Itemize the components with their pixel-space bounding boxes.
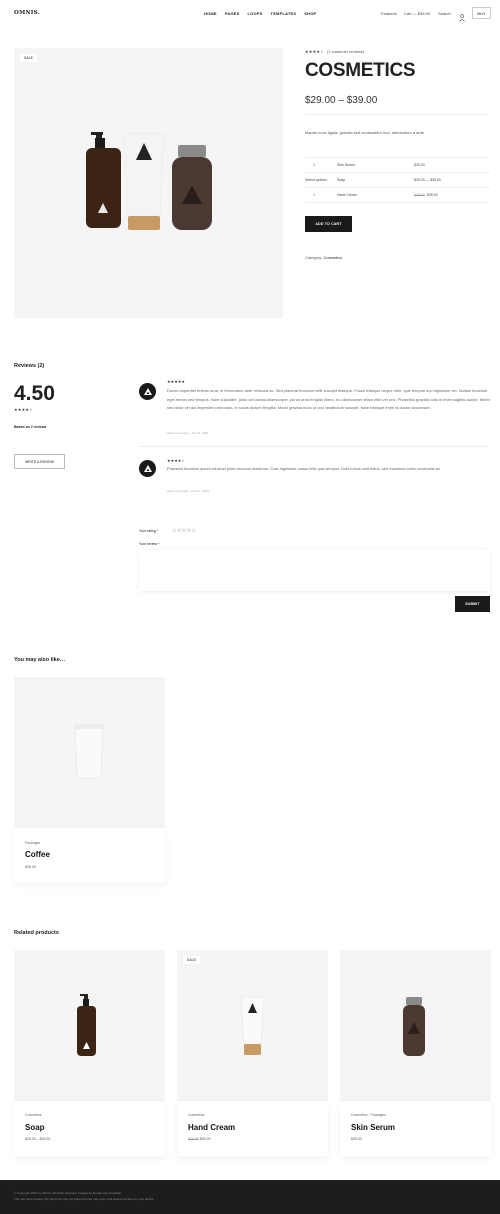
sale-price: $30.00 xyxy=(199,1137,211,1141)
write-review-button[interactable]: WRITE A REVIEW xyxy=(14,454,65,469)
variation-price: $29.00 — $39.00 xyxy=(414,178,441,182)
your-review-label: Your review * xyxy=(139,542,160,546)
reviewer-avatar xyxy=(139,460,156,477)
product-name[interactable]: Soap xyxy=(25,1123,45,1132)
variation-name[interactable]: Skin Serum xyxy=(337,163,355,167)
product-card-image[interactable] xyxy=(14,950,165,1101)
skin-serum-bottle-illustration xyxy=(403,997,425,1056)
variation-name[interactable]: Hand Cream xyxy=(337,193,357,197)
site-footer: © Copyright 2021 by Omnis. All rights re… xyxy=(0,1180,500,1214)
product-category[interactable]: Cosmetics xyxy=(188,1113,204,1117)
product-category[interactable]: Packages xyxy=(25,841,40,845)
review-meta: Admin Lumpeth – Jan 21, 2021 xyxy=(167,431,209,435)
buy-button[interactable]: BUY xyxy=(472,7,491,19)
product-price: $39.00 $30.00 xyxy=(188,1137,210,1141)
product-category: Category: Cosmetics xyxy=(305,255,342,260)
variation-price: $29.00 xyxy=(414,163,425,167)
review-text: Praesent faucibus ipsum sit amet justo r… xyxy=(167,466,442,471)
nav-home[interactable]: HOME xyxy=(204,11,217,16)
divider xyxy=(139,446,490,447)
variation-row: Select options Soap $29.00 — $39.00 xyxy=(305,173,490,188)
qty-value[interactable]: 1 xyxy=(313,163,315,167)
nav-templates[interactable]: TEMPLATES xyxy=(271,11,297,16)
product-card-image[interactable]: SALE xyxy=(177,950,328,1101)
product-card[interactable]: Packages Coffee $39.00 xyxy=(14,828,165,883)
product-category[interactable]: Cosmetics xyxy=(25,1113,41,1117)
soap-bottle-illustration xyxy=(77,994,96,1056)
divider xyxy=(305,114,490,115)
review-textarea[interactable] xyxy=(139,550,490,591)
submit-button[interactable]: SUBMIT xyxy=(455,596,490,612)
product-card[interactable]: Cosmetics · Packages Skin Serum $29.00 xyxy=(340,1101,491,1156)
cart-link[interactable]: Cart — $39.00 xyxy=(404,11,430,16)
cosmetics-bottles-illustration xyxy=(86,132,212,230)
review-meta: Admin Lumpeth – Feb 21, 2021 xyxy=(167,489,210,493)
user-icon[interactable] xyxy=(459,9,465,27)
product-rating-stars: ★★★★☆ xyxy=(305,49,324,54)
product-category[interactable]: Cosmetics · Packages xyxy=(351,1113,386,1117)
also-like-title: You may also like… xyxy=(14,657,66,663)
product-price: $39.00 xyxy=(25,865,36,869)
product-card-image[interactable] xyxy=(340,950,491,1101)
select-options-label[interactable]: Select options xyxy=(305,178,327,182)
features-link[interactable]: Features xyxy=(381,11,397,16)
old-price: $39.00 xyxy=(188,1137,199,1141)
product-price: $29.00 – $39.00 xyxy=(305,95,378,106)
nav-loops[interactable]: LOOPS xyxy=(248,11,263,16)
product-title: COSMETICS xyxy=(305,60,416,81)
variation-price: $30.00 xyxy=(427,193,438,197)
category-label: Category: xyxy=(305,255,323,260)
average-stars: ★★★★☆ xyxy=(14,407,33,412)
nav-shop[interactable]: SHOP xyxy=(304,11,316,16)
category-link[interactable]: Cosmetics xyxy=(323,255,342,260)
coffee-package-illustration xyxy=(74,724,104,779)
product-price: $29.00 – $39.00 xyxy=(25,1137,51,1141)
product-image[interactable]: SALE xyxy=(14,48,283,318)
product-card[interactable]: Cosmetics Soap $29.00 – $39.00 xyxy=(14,1101,165,1156)
product-name[interactable]: Coffee xyxy=(25,850,50,859)
product-name[interactable]: Hand Cream xyxy=(188,1123,235,1132)
variation-name[interactable]: Soap xyxy=(337,178,345,182)
site-header: OMNIS. HOME PAGES LOOPS TEMPLATES SHOP F… xyxy=(0,0,500,26)
related-title: Related products xyxy=(14,930,59,936)
average-rating: 4.50 xyxy=(14,382,55,405)
review-text: Donec imperdiet finibus urna, in ferment… xyxy=(167,388,490,411)
review-stars: ★★★★★ xyxy=(167,380,186,384)
nav-pages[interactable]: PAGES xyxy=(225,11,240,16)
footer-cookie-notice: This site uses cookies. By using this si… xyxy=(14,1197,155,1201)
rating-stars-input[interactable]: ☆☆☆☆☆ xyxy=(172,528,196,534)
reviewer-avatar xyxy=(139,383,156,400)
variation-row: 1 Skin Serum $29.00 xyxy=(305,158,490,173)
add-to-cart-button[interactable]: ADD TO CART xyxy=(305,216,352,232)
main-nav: HOME PAGES LOOPS TEMPLATES SHOP xyxy=(204,11,316,16)
footer-copyright: © Copyright 2021 by Omnis. All rights re… xyxy=(14,1191,122,1195)
qty-value[interactable]: 1 xyxy=(313,193,315,197)
search-link[interactable]: Search xyxy=(438,11,451,16)
product-card[interactable]: Cosmetics Hand Cream $39.00 $30.00 xyxy=(177,1101,328,1156)
product-description: Mauris nunc ligula, gravida sed consecte… xyxy=(305,130,426,135)
product-name[interactable]: Skin Serum xyxy=(351,1123,395,1132)
product-card-image[interactable] xyxy=(14,677,165,828)
reviews-title: Reviews (2) xyxy=(14,363,45,369)
hand-cream-tube-illustration xyxy=(240,996,265,1055)
site-logo[interactable]: OMNIS. xyxy=(14,10,40,16)
based-on-text: Based on 2 reviews xyxy=(14,425,47,429)
variation-row: 1 Hand Cream $39.00 $30.00 xyxy=(305,188,490,203)
your-rating-label: Your rating * xyxy=(139,529,159,533)
review-stars: ★★★★☆ xyxy=(167,459,186,463)
variation-old-price: $39.00 xyxy=(414,193,425,197)
product-price: $29.00 xyxy=(351,1137,362,1141)
reviews-link[interactable]: (2 customer reviews) xyxy=(327,49,364,54)
